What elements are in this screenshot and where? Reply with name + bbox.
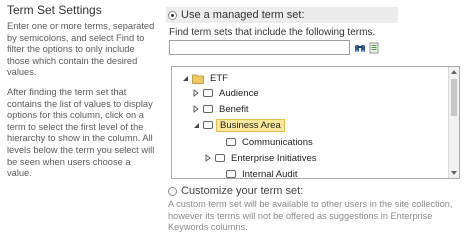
tree-node-benefit[interactable]: Benefit [192, 102, 252, 116]
term-set-folder-icon [192, 74, 204, 84]
find-term-sets-label: Find term sets that include the followin… [169, 27, 376, 38]
term-set-options: Use a managed term set: Find term sets t… [166, 0, 474, 55]
scroll-up-arrow-icon[interactable] [451, 70, 457, 74]
custom-term-set-radio[interactable] [168, 186, 177, 196]
term-set-tree[interactable]: ETF Audience Benefit Business Area Commu… [171, 66, 460, 179]
custom-term-set-option[interactable]: Customize your term set: [168, 185, 303, 197]
tree-node-label: Audience [219, 87, 259, 99]
managed-term-set-label: Use a managed term set: [181, 9, 305, 21]
section-title: Term Set Settings [7, 3, 102, 17]
help-text-find: Enter one or more terms, separated by se… [7, 21, 155, 78]
managed-term-set-option[interactable]: Use a managed term set: [166, 7, 398, 23]
custom-term-set-label: Customize your term set: [181, 185, 304, 197]
tree-node-label: Internal Audit [242, 168, 298, 179]
term-icon [226, 138, 236, 146]
tree-node-label: Benefit [219, 103, 249, 115]
term-icon [226, 170, 236, 178]
binoculars-icon[interactable] [354, 42, 366, 54]
expanded-triangle-icon[interactable] [181, 73, 189, 83]
tree-node-label: Enterprise Initiatives [231, 152, 317, 164]
term-set-settings-description: Term Set Settings Enter one or more term… [7, 0, 155, 188]
tree-scrollbar[interactable] [448, 67, 459, 178]
tree-node-internal-audit[interactable]: Internal Audit [215, 167, 300, 179]
term-icon [215, 154, 225, 162]
tree-node-enterprise-initiatives[interactable]: Enterprise Initiatives [204, 151, 320, 165]
term-icon [203, 105, 213, 113]
collapsed-triangle-icon[interactable] [192, 104, 200, 114]
tree-node-label: Communications [242, 136, 313, 148]
find-term-sets-input[interactable] [169, 40, 350, 55]
tree-node-label: Business Area [216, 118, 285, 132]
find-term-sets-row [169, 40, 474, 55]
custom-term-set-help: A custom term set will be available to o… [168, 199, 453, 233]
scroll-thumb[interactable] [451, 79, 457, 116]
term-icon [203, 89, 213, 97]
help-text-select-term: After finding the term set that contains… [7, 86, 155, 179]
managed-term-set-radio[interactable] [168, 10, 177, 20]
tree-node-etf[interactable]: ETF [181, 71, 231, 85]
term-store-browse-icon[interactable] [368, 42, 380, 54]
collapsed-triangle-icon[interactable] [192, 88, 200, 98]
tree-node-label: ETF [210, 72, 228, 84]
tree-node-audience[interactable]: Audience [192, 86, 262, 100]
collapsed-triangle-icon[interactable] [204, 153, 212, 163]
tree-node-business-area[interactable]: Business Area [192, 118, 285, 132]
term-icon [203, 121, 213, 129]
expanded-triangle-icon[interactable] [192, 120, 200, 130]
tree-node-communications[interactable]: Communications [215, 135, 316, 149]
scroll-down-arrow-icon[interactable] [451, 171, 457, 175]
